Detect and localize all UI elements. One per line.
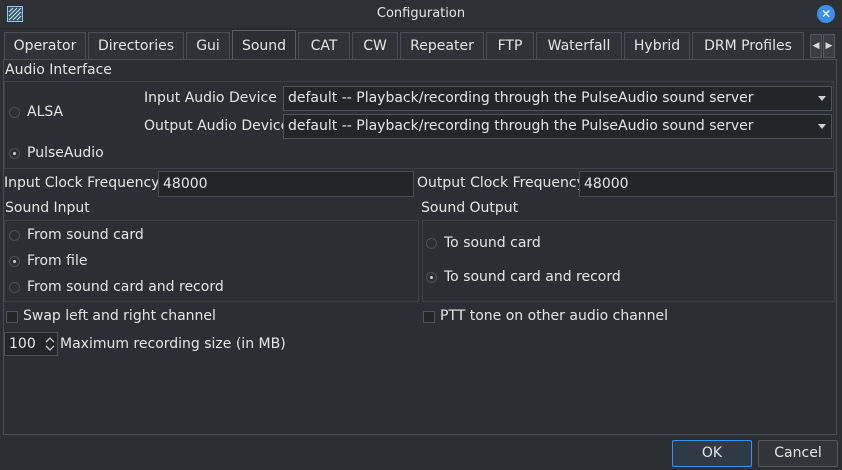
to-sound-card-label: To sound card — [444, 235, 541, 251]
pulseaudio-radio[interactable] — [9, 148, 20, 159]
chevron-down-icon — [818, 96, 826, 101]
sound-output-group — [422, 220, 835, 302]
cancel-button[interactable]: Cancel — [758, 440, 838, 467]
tab-hybrid[interactable]: Hybrid — [624, 32, 690, 59]
tab-drm-profiles[interactable]: DRM Profiles — [692, 32, 804, 59]
swap-channels-label: Swap left and right channel — [23, 308, 216, 324]
swap-channels-checkbox[interactable] — [6, 311, 18, 323]
alsa-label: ALSA — [27, 104, 64, 120]
from-sound-card-radio[interactable] — [9, 230, 20, 241]
output-clock-frequency-label: Output Clock Frequency — [417, 175, 585, 191]
ok-button[interactable]: OK — [672, 440, 752, 467]
from-file-label: From file — [27, 253, 88, 269]
max-recording-value: 100 — [9, 336, 36, 352]
input-audio-device-label: Input Audio Device — [144, 90, 277, 106]
output-audio-device-select[interactable]: default -- Playback/recording through th… — [283, 114, 832, 139]
from-file-radio[interactable] — [9, 256, 20, 267]
to-sound-card-and-record-radio[interactable] — [426, 272, 437, 283]
window-title: Configuration — [376, 6, 466, 21]
sound-input-title: Sound Input — [5, 200, 90, 216]
from-sound-card-and-record-label: From sound card and record — [27, 279, 224, 295]
to-sound-card-radio[interactable] — [426, 238, 437, 249]
tab-waterfall[interactable]: Waterfall — [536, 32, 622, 59]
input-clock-frequency-field[interactable]: 48000 — [158, 171, 414, 197]
tab-scroll-right-icon[interactable]: ▶ — [823, 34, 835, 58]
close-icon[interactable]: ✕ — [817, 5, 835, 23]
input-clock-frequency-label: Input Clock Frequency — [4, 175, 160, 191]
pulseaudio-label: PulseAudio — [27, 145, 104, 161]
ptt-tone-checkbox[interactable] — [423, 311, 435, 323]
tab-directories[interactable]: Directories — [88, 32, 184, 59]
tab-cat[interactable]: CAT — [298, 32, 350, 59]
tab-repeater[interactable]: Repeater — [400, 32, 484, 59]
tab-operator[interactable]: Operator — [4, 32, 86, 59]
sound-output-title: Sound Output — [421, 200, 519, 216]
output-audio-device-label: Output Audio Device — [144, 118, 290, 134]
to-sound-card-and-record-label: To sound card and record — [444, 269, 621, 285]
tab-cw[interactable]: CW — [352, 32, 398, 59]
tab-gui[interactable]: Gui — [186, 32, 230, 59]
input-audio-device-select[interactable]: default -- Playback/recording through th… — [283, 86, 832, 111]
from-sound-card-label: From sound card — [27, 227, 144, 243]
from-sound-card-and-record-radio[interactable] — [9, 282, 20, 293]
output-audio-device-value: default -- Playback/recording through th… — [288, 118, 754, 134]
tab-sound[interactable]: Sound — [232, 30, 296, 60]
chevron-down-icon — [818, 124, 826, 129]
tab-scroll-left-icon[interactable]: ◀ — [810, 34, 822, 58]
ptt-tone-label: PTT tone on other audio channel — [440, 308, 669, 324]
audio-interface-title: Audio Interface — [5, 62, 112, 78]
tab-ftp[interactable]: FTP — [486, 32, 534, 59]
output-clock-frequency-field[interactable]: 48000 — [579, 171, 835, 197]
spin-arrows-icon[interactable] — [45, 335, 55, 353]
input-audio-device-value: default -- Playback/recording through th… — [288, 90, 754, 106]
alsa-radio[interactable] — [9, 107, 20, 118]
max-recording-label: Maximum recording size (in MB) — [60, 336, 286, 352]
